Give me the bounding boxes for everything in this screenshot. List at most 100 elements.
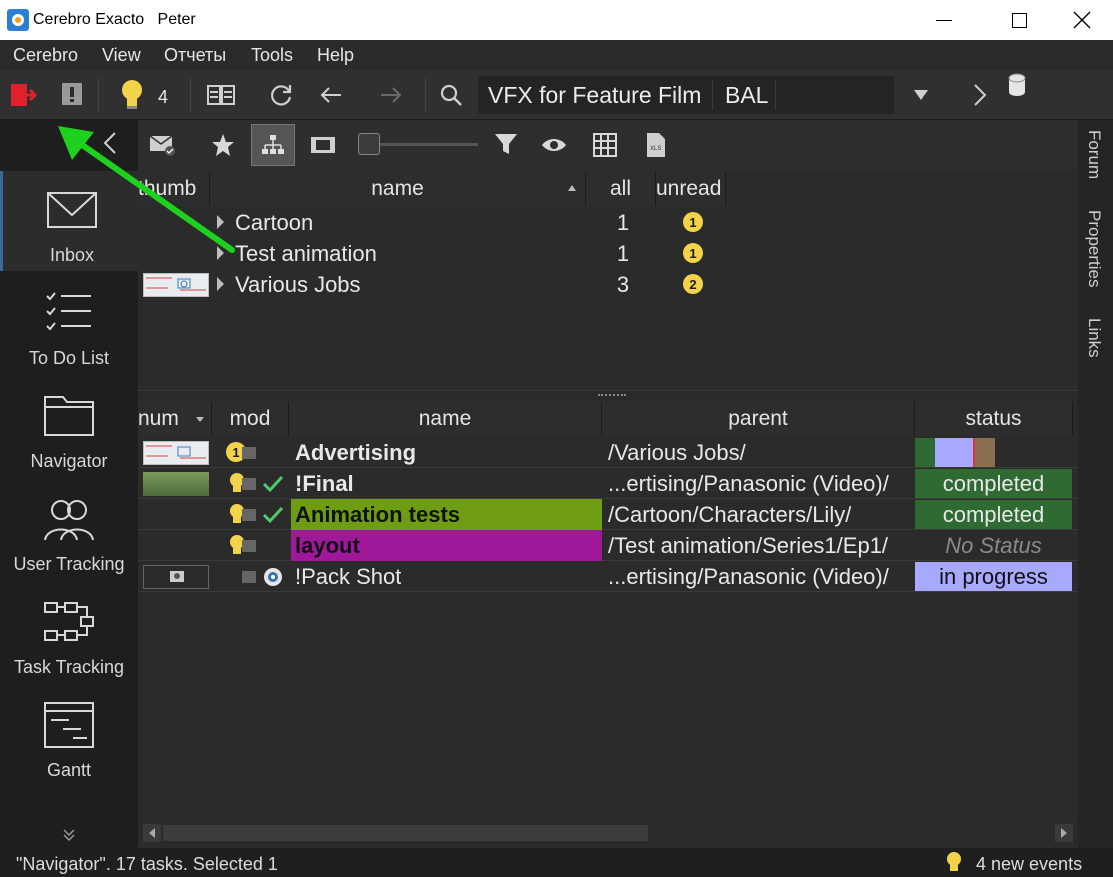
chevron-right-icon [974, 84, 987, 106]
table-row[interactable]: !Pack Shot ...ertising/Panasonic (Video)… [138, 561, 1078, 592]
task-name: layout [291, 530, 602, 561]
tab-links[interactable]: Links [1084, 318, 1104, 358]
status-badge: completed [915, 500, 1072, 529]
sidebar-item-navigator[interactable]: Navigator [0, 377, 138, 477]
close-icon [1073, 11, 1091, 29]
export-xls-button[interactable]: XLS [641, 130, 671, 160]
column-header-mod[interactable]: mod [212, 402, 289, 436]
thumbnail-image [143, 441, 209, 465]
sidebar-item-label: Gantt [46, 760, 92, 780]
new-events-link[interactable]: 4 new events [976, 854, 1082, 875]
column-header-unread[interactable]: unread [656, 172, 726, 206]
column-header-status[interactable]: status [915, 402, 1073, 436]
tree-row[interactable]: Cartoon 1 1 [138, 207, 1078, 238]
project-dropdown-button[interactable] [906, 80, 936, 110]
menu-help[interactable]: Help [317, 45, 354, 66]
sidebar-item-todo[interactable]: To Do List [0, 274, 138, 374]
column-header-parent[interactable]: parent [602, 402, 915, 436]
events-button[interactable] [117, 80, 147, 110]
status-badge: completed [915, 469, 1072, 498]
database-button[interactable] [1005, 72, 1029, 98]
unread-badge: 2 [683, 274, 703, 294]
scroll-right-icon [1061, 828, 1067, 838]
status-badge: in progress [915, 562, 1072, 591]
table-row[interactable]: 1 Advertising /Various Jobs/ [138, 437, 1078, 468]
thumbnail-image [143, 273, 209, 297]
menu-bar: Cerebro View Отчеты Tools Help [0, 40, 1113, 70]
panel-splitter[interactable] [138, 390, 1078, 400]
gear-icon [264, 568, 282, 586]
tree-row[interactable]: Various Jobs 3 2 [138, 269, 1078, 300]
tab-properties[interactable]: Properties [1084, 210, 1104, 287]
table-row[interactable]: !Final ...ertising/Panasonic (Video)/ co… [138, 468, 1078, 499]
horizontal-scrollbar[interactable] [143, 822, 1078, 844]
users-icon [44, 500, 94, 541]
thumbnail-slider-handle[interactable] [358, 133, 380, 155]
more-items-button[interactable] [62, 828, 76, 847]
svg-text:XLS: XLS [650, 146, 661, 152]
project-selector[interactable]: VFX for Feature Film BAL [478, 76, 894, 114]
column-header-num[interactable]: num [138, 402, 212, 436]
filter-button[interactable] [492, 130, 522, 160]
task-parent: /Test animation/Series1/Ep1/ [608, 532, 889, 558]
project-name: VFX for Feature Film [488, 82, 702, 108]
document-icon [242, 540, 256, 552]
double-chevron-down-icon [63, 829, 75, 842]
column-header-name[interactable]: name [210, 172, 586, 206]
table-view-button[interactable] [590, 130, 620, 160]
next-button[interactable] [965, 80, 995, 110]
close-button[interactable] [1058, 0, 1106, 40]
scroll-left-button[interactable] [143, 824, 161, 842]
sidebar-item-user-tracking[interactable]: User Tracking [0, 480, 138, 580]
folder-icon [44, 396, 94, 436]
back-button[interactable] [316, 80, 346, 110]
visibility-button[interactable] [539, 130, 569, 160]
book-button[interactable] [206, 80, 236, 110]
hierarchy-view-button[interactable] [251, 124, 295, 166]
menu-reports[interactable]: Отчеты [164, 45, 226, 66]
tab-forum[interactable]: Forum [1084, 130, 1104, 179]
table-row[interactable]: Animation tests /Cartoon/Characters/Lily… [138, 499, 1078, 530]
task-parent: ...ertising/Panasonic (Video)/ [608, 470, 889, 496]
sidebar-item-label: User Tracking [13, 554, 125, 574]
checkmark-icon [262, 506, 284, 524]
sidebar-item-gantt[interactable]: Gantt [0, 686, 138, 786]
maximize-button[interactable] [995, 0, 1043, 40]
arrow-right-icon [381, 87, 402, 103]
task-parent: /Cartoon/Characters/Lily/ [608, 501, 852, 527]
document-icon [242, 571, 256, 583]
table-row[interactable]: layout /Test animation/Series1/Ep1/ No S… [138, 530, 1078, 561]
task-parent: ...ertising/Panasonic (Video)/ [608, 563, 889, 589]
menu-view[interactable]: View [102, 45, 141, 66]
minimize-button[interactable] [920, 0, 968, 40]
menu-cerebro[interactable]: Cerebro [13, 45, 78, 66]
hierarchy-icon [262, 135, 284, 154]
search-button[interactable] [436, 80, 466, 110]
forward-button[interactable] [376, 80, 406, 110]
tree-row[interactable]: Test animation 1 1 [138, 238, 1078, 269]
refresh-button[interactable] [266, 80, 296, 110]
alert-button[interactable] [57, 80, 87, 110]
title-bar: Cerebro Exacto Peter [0, 0, 1113, 40]
column-header-all[interactable]: all [586, 172, 656, 206]
scrollbar-thumb[interactable] [163, 825, 648, 841]
document-icon [242, 478, 256, 490]
sidebar-item-label: Task Tracking [13, 657, 125, 677]
scroll-right-button[interactable] [1055, 824, 1073, 842]
menu-tools[interactable]: Tools [251, 45, 293, 66]
thumbnail-image [143, 472, 209, 496]
database-icon [1008, 73, 1026, 96]
status-bar: "Navigator". 17 tasks. Selected 1 4 new … [0, 848, 1113, 877]
project-code: BAL [725, 82, 769, 108]
film-icon [311, 137, 335, 153]
checkmark-icon [262, 475, 284, 493]
sidebar-item-task-tracking[interactable]: Task Tracking [0, 583, 138, 683]
thumbnail-size-button[interactable] [308, 130, 338, 160]
lightbulb-icon [947, 852, 961, 871]
column-header-name[interactable]: name [289, 402, 602, 436]
exit-button[interactable] [8, 80, 38, 110]
status-badge: No Status [945, 532, 1042, 558]
status-cell [915, 438, 1072, 467]
expand-arrow-icon[interactable] [217, 277, 224, 291]
sort-descending-icon [196, 417, 204, 422]
